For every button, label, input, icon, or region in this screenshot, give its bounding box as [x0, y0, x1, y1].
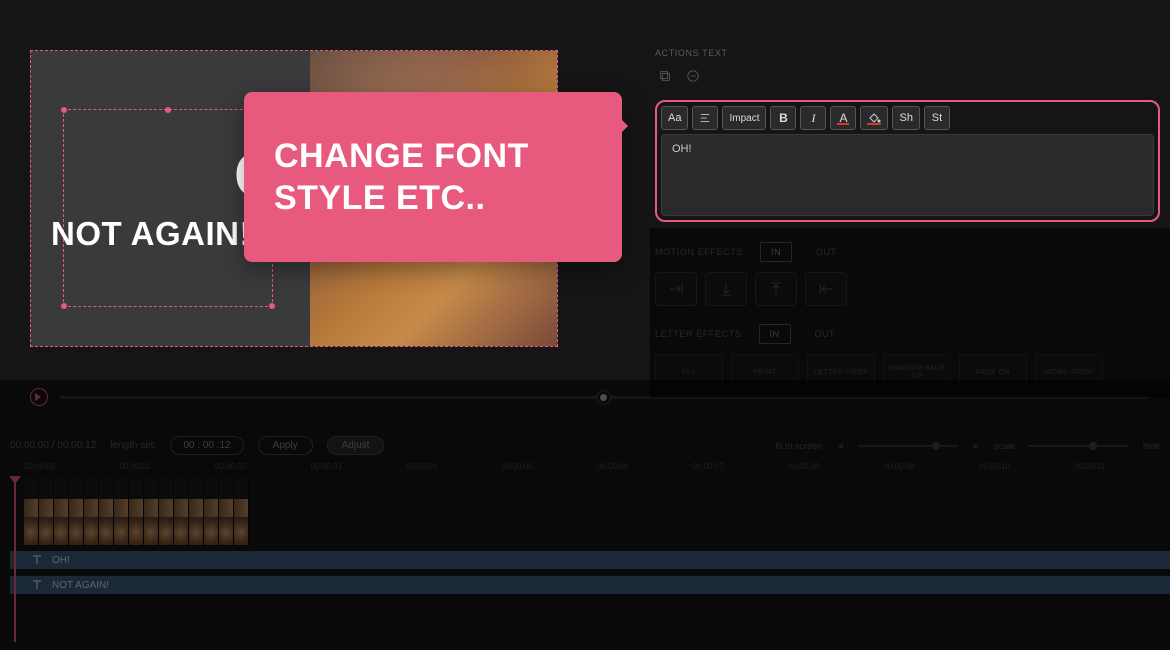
- timecode-display: 00:00:00 / 00:00:12: [10, 440, 96, 451]
- timeline-playhead[interactable]: [14, 482, 16, 642]
- font-family-select[interactable]: Impact: [722, 106, 766, 130]
- motion-effects-label: MOTION EFFECTS:: [655, 247, 746, 257]
- timeline: 00:00:00 00:00:01 00:00:02 00:00:03 00:0…: [10, 462, 1170, 595]
- length-set-label: length set:: [110, 440, 156, 451]
- ruler-tick: 00:00:07: [693, 462, 789, 471]
- text-editor-highlighted: Aa Impact B I A Sh St OH!: [655, 100, 1160, 222]
- text-track-2[interactable]: NOT AGAIN!: [10, 576, 1170, 595]
- bold-button[interactable]: B: [770, 106, 796, 130]
- actions-text-label: ACTIONS TEXT: [655, 48, 1160, 58]
- letter-effect-fade-on[interactable]: FADE ON: [959, 354, 1027, 392]
- text-track-icon: [30, 578, 44, 592]
- letter-effect-print[interactable]: PRINT: [731, 354, 799, 392]
- text-input[interactable]: OH!: [661, 134, 1154, 216]
- ruler-tick: 00:00:02: [215, 462, 311, 471]
- italic-button[interactable]: I: [800, 106, 826, 130]
- text-color-button[interactable]: A: [830, 106, 856, 130]
- text-track-1[interactable]: OH!: [10, 551, 1170, 570]
- fit-right-arrow-icon[interactable]: ►: [972, 441, 980, 451]
- hide-button[interactable]: hide: [1143, 441, 1160, 451]
- duplicate-icon[interactable]: [655, 66, 675, 86]
- ruler-tick: 00:00:01: [120, 462, 216, 471]
- motion-effect-slide-up[interactable]: [755, 272, 797, 306]
- ruler-tick: 00:00:00: [24, 462, 120, 471]
- letter-effects-label: LETTER EFFECTS:: [655, 329, 745, 339]
- motion-effect-slide-left[interactable]: [805, 272, 847, 306]
- adjust-button[interactable]: Adjust: [327, 436, 385, 455]
- ruler-tick: 00:00:04: [406, 462, 502, 471]
- text-toolbar: Aa Impact B I A Sh St: [661, 106, 1154, 130]
- timeline-toolbar: 00:00:00 / 00:00:12 length set: 00 : 00 …: [10, 436, 1160, 455]
- motion-tab-out[interactable]: OUT: [806, 243, 847, 261]
- letter-effect-random-fade-up[interactable]: RANDOM FADE UP: [883, 354, 951, 392]
- motion-effect-slide-right[interactable]: [655, 272, 697, 306]
- fill-color-button[interactable]: [860, 106, 888, 130]
- letter-tab-out[interactable]: OUT: [805, 325, 846, 343]
- timeline-ruler[interactable]: 00:00:00 00:00:01 00:00:02 00:00:03 00:0…: [10, 462, 1170, 471]
- letter-tab-in[interactable]: IN: [759, 324, 791, 344]
- hint-tooltip: CHANGE FONT STYLE ETC..: [244, 92, 622, 262]
- scale-slider[interactable]: [1029, 445, 1129, 447]
- ruler-tick: 00:00:06: [597, 462, 693, 471]
- fit-slider[interactable]: [858, 445, 958, 447]
- video-track-thumbs[interactable]: [24, 477, 1170, 517]
- ruler-tick: 00:00:03: [311, 462, 407, 471]
- length-input[interactable]: 00 : 00 :12: [170, 436, 243, 455]
- video-track-thumbs-2[interactable]: [24, 517, 1170, 545]
- apply-button[interactable]: Apply: [258, 436, 313, 455]
- letter-effect-word-drop[interactable]: WORD DROP: [1035, 354, 1103, 392]
- motion-effect-slide-down[interactable]: [705, 272, 747, 306]
- ruler-tick: 00:00:11: [1075, 462, 1170, 471]
- playback-scrubber[interactable]: [60, 396, 1150, 399]
- ruler-tick: 00:00:08: [788, 462, 884, 471]
- playback-bar: [30, 388, 1150, 406]
- letter-effects-section: LETTER EFFECTS: IN OUT FLY PRINT LETTER …: [655, 324, 1160, 392]
- hint-tooltip-text: CHANGE FONT STYLE ETC..: [274, 135, 592, 220]
- letter-effect-letter-drop[interactable]: LETTER DROP: [807, 354, 875, 392]
- fit-left-arrow-icon[interactable]: ◄: [836, 441, 844, 451]
- fit-to-screen-label: fit to screen: [775, 441, 822, 451]
- ruler-tick: 00:00:09: [884, 462, 980, 471]
- motion-effects-section: MOTION EFFECTS: IN OUT: [655, 242, 1160, 306]
- motion-tab-in[interactable]: IN: [760, 242, 792, 262]
- playback-knob[interactable]: [597, 391, 610, 404]
- scale-label: scale: [994, 441, 1015, 451]
- preview-text-2[interactable]: NOT AGAIN!: [31, 215, 271, 253]
- text-track-2-label: NOT AGAIN!: [52, 580, 109, 591]
- text-track-1-label: OH!: [52, 555, 70, 566]
- text-track-icon: [30, 553, 44, 567]
- font-case-button[interactable]: Aa: [661, 106, 688, 130]
- ruler-tick: 00:00:10: [979, 462, 1075, 471]
- text-edit-panel: ACTIONS TEXT Aa Impact B I A: [655, 48, 1160, 392]
- delete-icon[interactable]: [683, 66, 703, 86]
- align-button[interactable]: [692, 106, 718, 130]
- play-button[interactable]: [30, 388, 48, 406]
- shadow-button[interactable]: Sh: [892, 106, 919, 130]
- ruler-tick: 00:00:05: [502, 462, 598, 471]
- letter-effect-fly[interactable]: FLY: [655, 354, 723, 392]
- stroke-button[interactable]: St: [924, 106, 950, 130]
